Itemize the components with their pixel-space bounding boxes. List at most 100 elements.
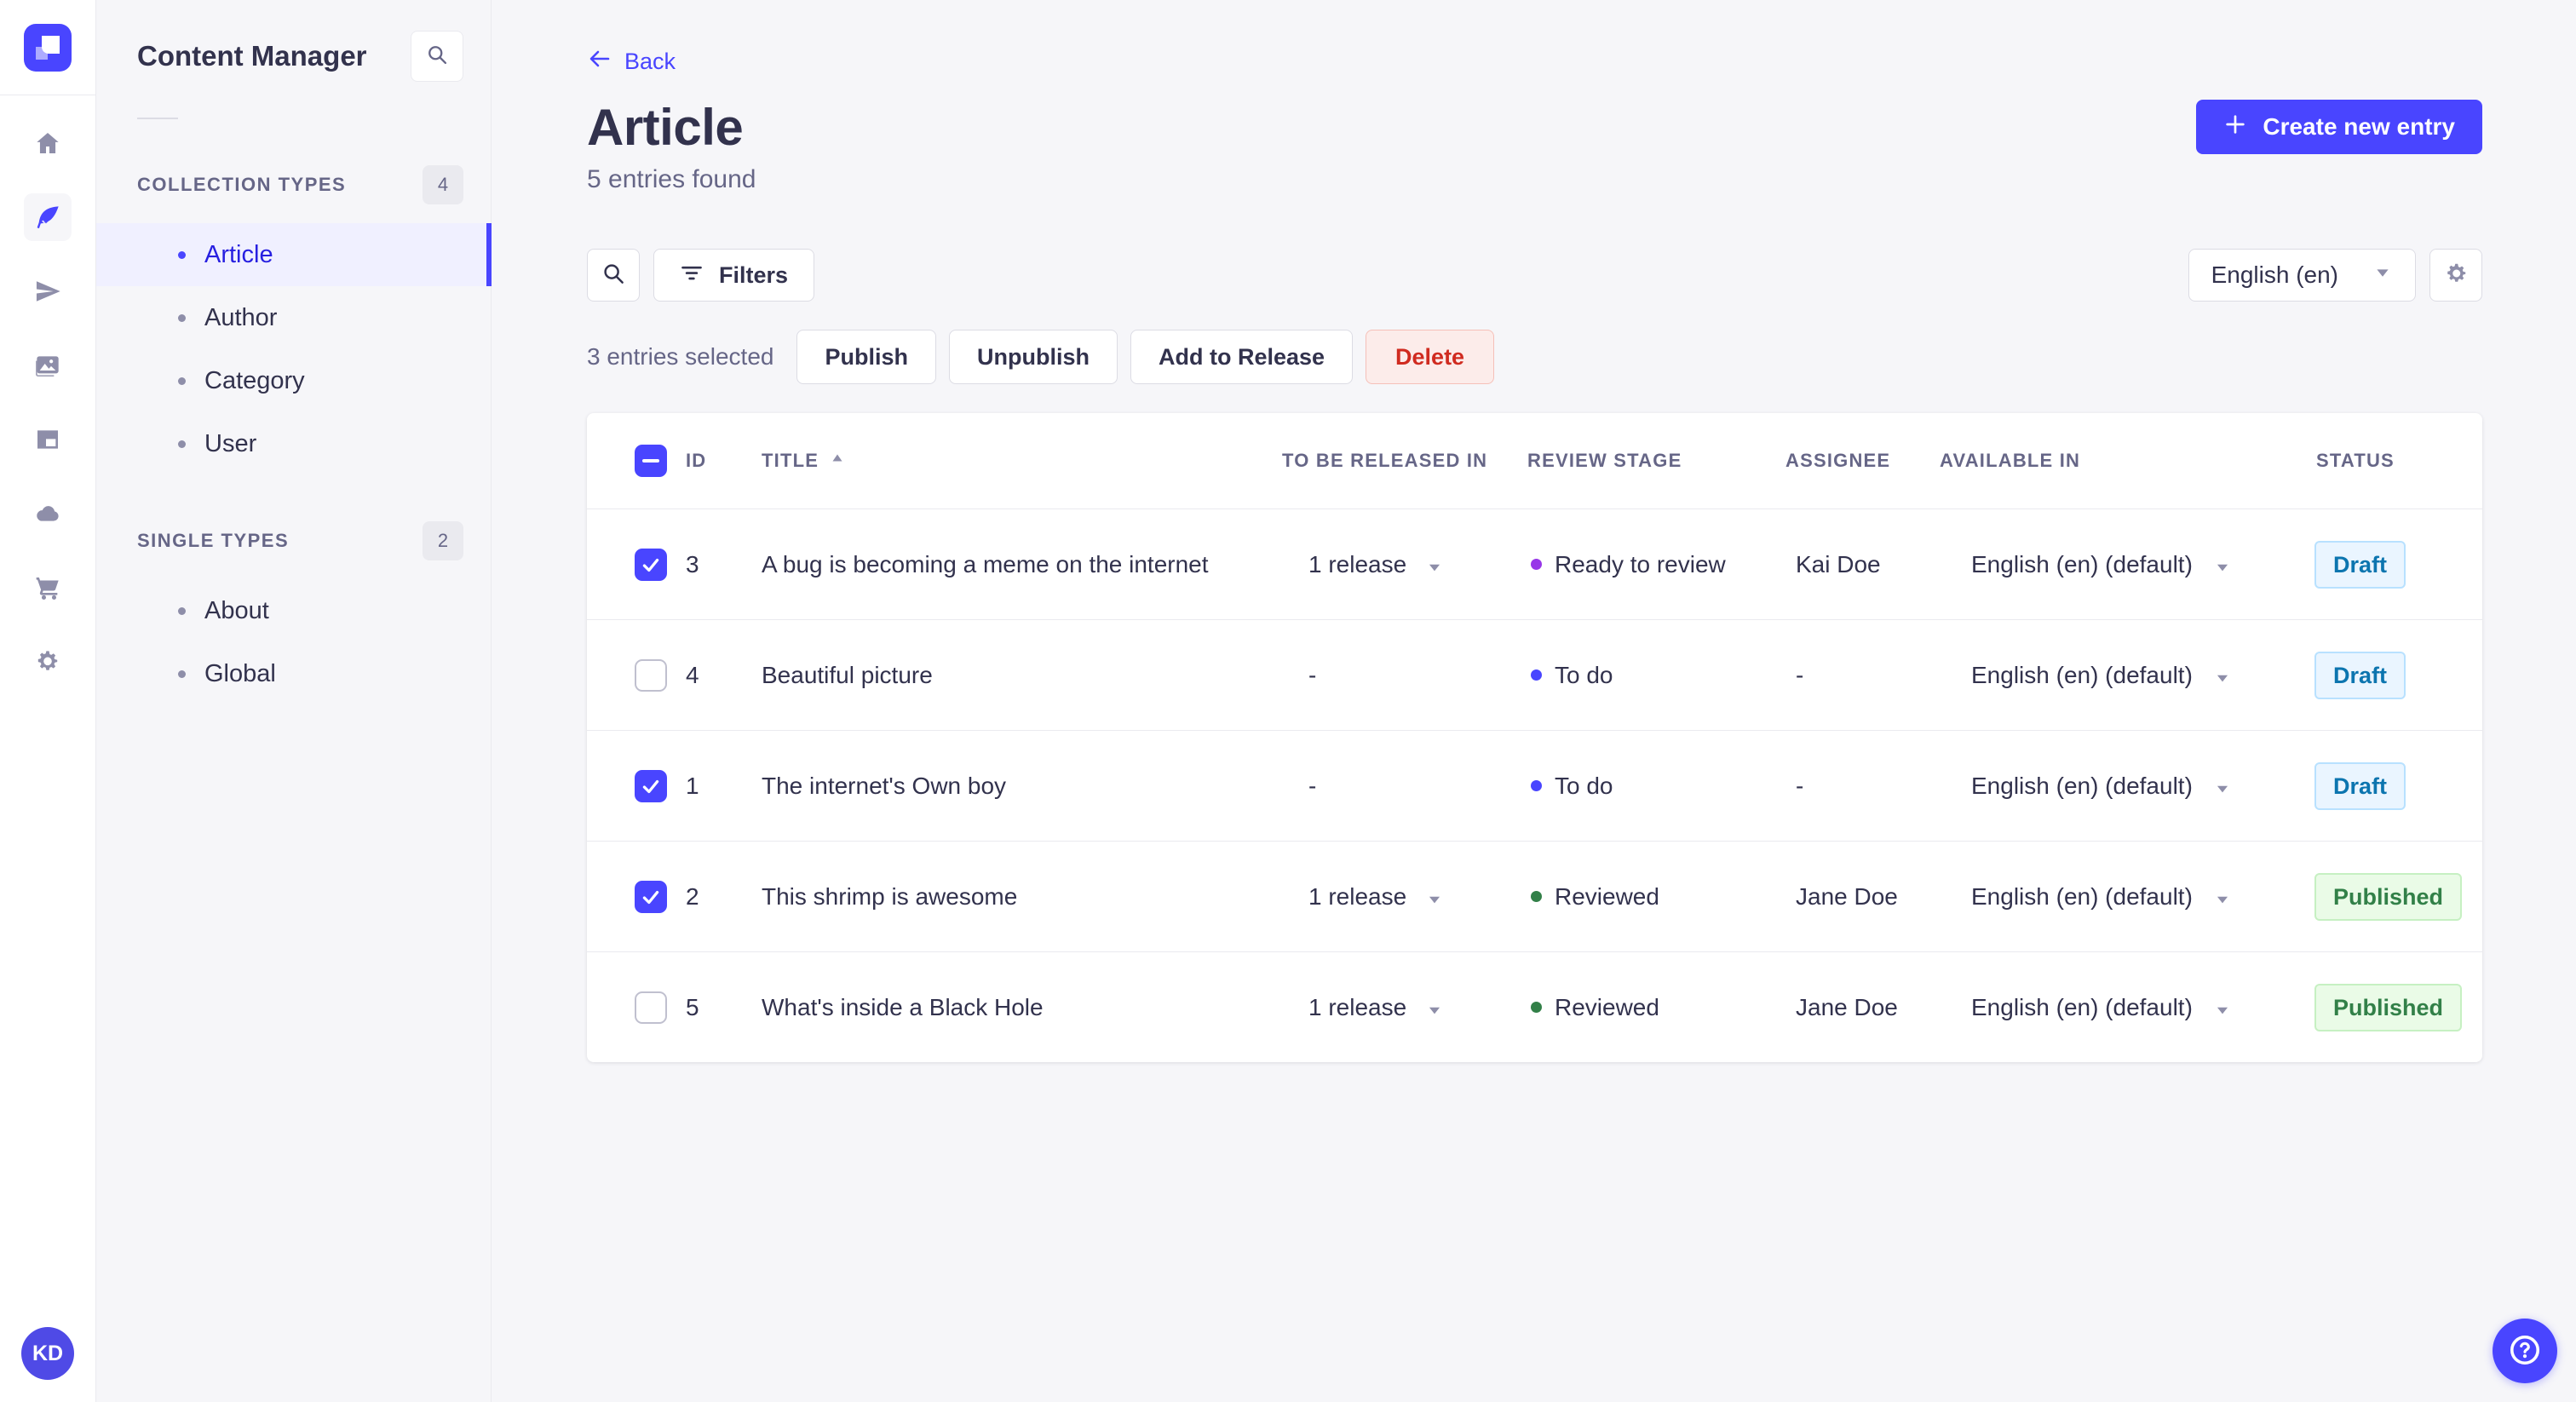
row-checkbox[interactable] [635, 880, 667, 913]
status-badge: Published [2314, 872, 2463, 921]
column-header-status[interactable]: STATUS [2311, 450, 2482, 472]
cell-release[interactable]: 1 release [1282, 994, 1527, 1021]
selected-count-text: 3 entries selected [587, 343, 774, 370]
collection-types-label: COLLECTION TYPES [137, 174, 347, 195]
settings-icon[interactable] [24, 638, 72, 686]
cell-release[interactable]: 1 release [1282, 883, 1527, 911]
back-link[interactable]: Back [587, 46, 676, 78]
collection-types-count-badge: 4 [423, 165, 463, 204]
cell-review-stage: Ready to review [1527, 551, 1785, 578]
collection-types-list: Article Author Category User [96, 223, 492, 475]
cell-title[interactable]: A bug is becoming a meme on the internet [762, 551, 1282, 578]
stage-dot-icon [1531, 1002, 1542, 1013]
cell-release: - [1308, 772, 1317, 799]
cell-review-stage: Reviewed [1527, 994, 1785, 1021]
cell-title[interactable]: The internet's Own boy [762, 773, 1282, 800]
gear-icon [2443, 261, 2469, 290]
cell-status: Published [2311, 983, 2482, 1031]
entries-table: ID TITLE TO BE RELEASED IN REVIEW STAGE … [587, 413, 2482, 1062]
single-types-list: About Global [96, 579, 491, 705]
bullet-icon [178, 313, 186, 322]
help-button[interactable] [2493, 1319, 2557, 1383]
cell-available-in[interactable]: English (en) (default) [1940, 773, 2311, 800]
view-settings-button[interactable] [2429, 249, 2482, 302]
cell-title[interactable]: This shrimp is awesome [762, 883, 1282, 911]
row-checkbox[interactable] [635, 658, 667, 692]
cloud-icon[interactable] [24, 490, 72, 537]
row-checkbox[interactable] [635, 991, 667, 1024]
rail-nav [24, 119, 72, 686]
sort-ascending-icon [829, 450, 846, 472]
cell-id: 2 [686, 882, 699, 910]
status-badge: Draft [2314, 540, 2406, 589]
column-header-title[interactable]: TITLE [762, 450, 1282, 472]
create-new-entry-button[interactable]: Create new entry [2196, 100, 2482, 154]
icon-rail: KD [0, 0, 96, 1402]
publish-button[interactable]: Publish [796, 330, 936, 384]
table-body: 3 A bug is becoming a meme on the interne… [587, 509, 2482, 1062]
cell-available-in[interactable]: English (en) (default) [1940, 994, 2311, 1021]
bullet-icon [178, 376, 186, 385]
sidebar-item-author[interactable]: Author [96, 286, 491, 349]
page-title: Article [587, 99, 744, 156]
stage-dot-icon [1531, 780, 1542, 791]
sidebar-item-category[interactable]: Category [96, 349, 491, 412]
sidebar-item-user[interactable]: User [96, 412, 491, 475]
column-header-assignee[interactable]: ASSIGNEE [1785, 450, 1940, 472]
table-header-row: ID TITLE TO BE RELEASED IN REVIEW STAGE … [587, 413, 2482, 509]
filter-icon [680, 261, 704, 290]
strapi-logo[interactable] [0, 0, 95, 95]
home-icon[interactable] [24, 119, 72, 167]
column-header-release[interactable]: TO BE RELEASED IN [1282, 450, 1527, 472]
chevron-down-icon [1425, 998, 1444, 1017]
chevron-down-icon [2213, 888, 2232, 906]
cell-release[interactable]: 1 release [1282, 551, 1527, 578]
status-badge: Draft [2314, 761, 2406, 810]
sidebar-search-button[interactable] [411, 31, 463, 82]
cell-available-in[interactable]: English (en) (default) [1940, 551, 2311, 578]
cell-assignee: - [1796, 772, 1804, 799]
row-checkbox[interactable] [635, 769, 667, 802]
single-types-label: SINGLE TYPES [137, 530, 290, 551]
collection-types-section: COLLECTION TYPES 4 Article Author Category… [96, 165, 492, 475]
content-type-builder-icon[interactable] [24, 416, 72, 463]
column-header-id[interactable]: ID [686, 450, 762, 472]
search-entries-button[interactable] [587, 249, 640, 302]
column-header-available-in[interactable]: AVAILABLE IN [1940, 450, 2311, 472]
question-circle-icon [2507, 1332, 2543, 1370]
delete-button[interactable]: Delete [1366, 330, 1495, 384]
sidebar: Content Manager COLLECTION TYPES 4 Artic… [96, 0, 492, 1402]
cell-review-stage: Reviewed [1527, 883, 1785, 911]
app-window: KD Content Manager COLLECTION TYPES 4 Ar… [0, 0, 2576, 1402]
add-to-release-button[interactable]: Add to Release [1130, 330, 1354, 384]
row-checkbox[interactable] [635, 548, 667, 581]
cell-status: Draft [2311, 540, 2482, 589]
user-avatar[interactable]: KD [21, 1327, 74, 1380]
table-row: 3 A bug is becoming a meme on the interne… [587, 509, 2482, 619]
media-library-icon[interactable] [24, 342, 72, 389]
sidebar-item-about[interactable]: About [96, 579, 491, 642]
releases-icon[interactable] [24, 267, 72, 315]
sidebar-item-global[interactable]: Global [96, 642, 491, 705]
stage-dot-icon [1531, 559, 1542, 570]
cell-status: Draft [2311, 651, 2482, 699]
column-header-review-stage[interactable]: REVIEW STAGE [1527, 450, 1785, 472]
marketplace-icon[interactable] [24, 564, 72, 612]
cell-id: 5 [686, 993, 699, 1020]
cell-available-in[interactable]: English (en) (default) [1940, 883, 2311, 911]
stage-dot-icon [1531, 891, 1542, 902]
sidebar-item-article[interactable]: Article [96, 223, 492, 286]
content-manager-icon[interactable] [24, 193, 72, 241]
unpublish-button[interactable]: Unpublish [948, 330, 1118, 384]
locale-select[interactable]: English (en) [2188, 249, 2416, 302]
filters-button[interactable]: Filters [653, 249, 815, 302]
indeterminate-mark [642, 459, 659, 463]
chevron-down-icon [2213, 777, 2232, 796]
bullet-icon [178, 669, 186, 678]
cell-available-in[interactable]: English (en) (default) [1940, 662, 2311, 689]
cell-title[interactable]: Beautiful picture [762, 662, 1282, 689]
cell-assignee: Kai Doe [1796, 550, 1881, 577]
select-all-checkbox[interactable] [635, 445, 667, 477]
cell-title[interactable]: What's inside a Black Hole [762, 994, 1282, 1021]
entries-count-text: 5 entries found [587, 165, 756, 193]
